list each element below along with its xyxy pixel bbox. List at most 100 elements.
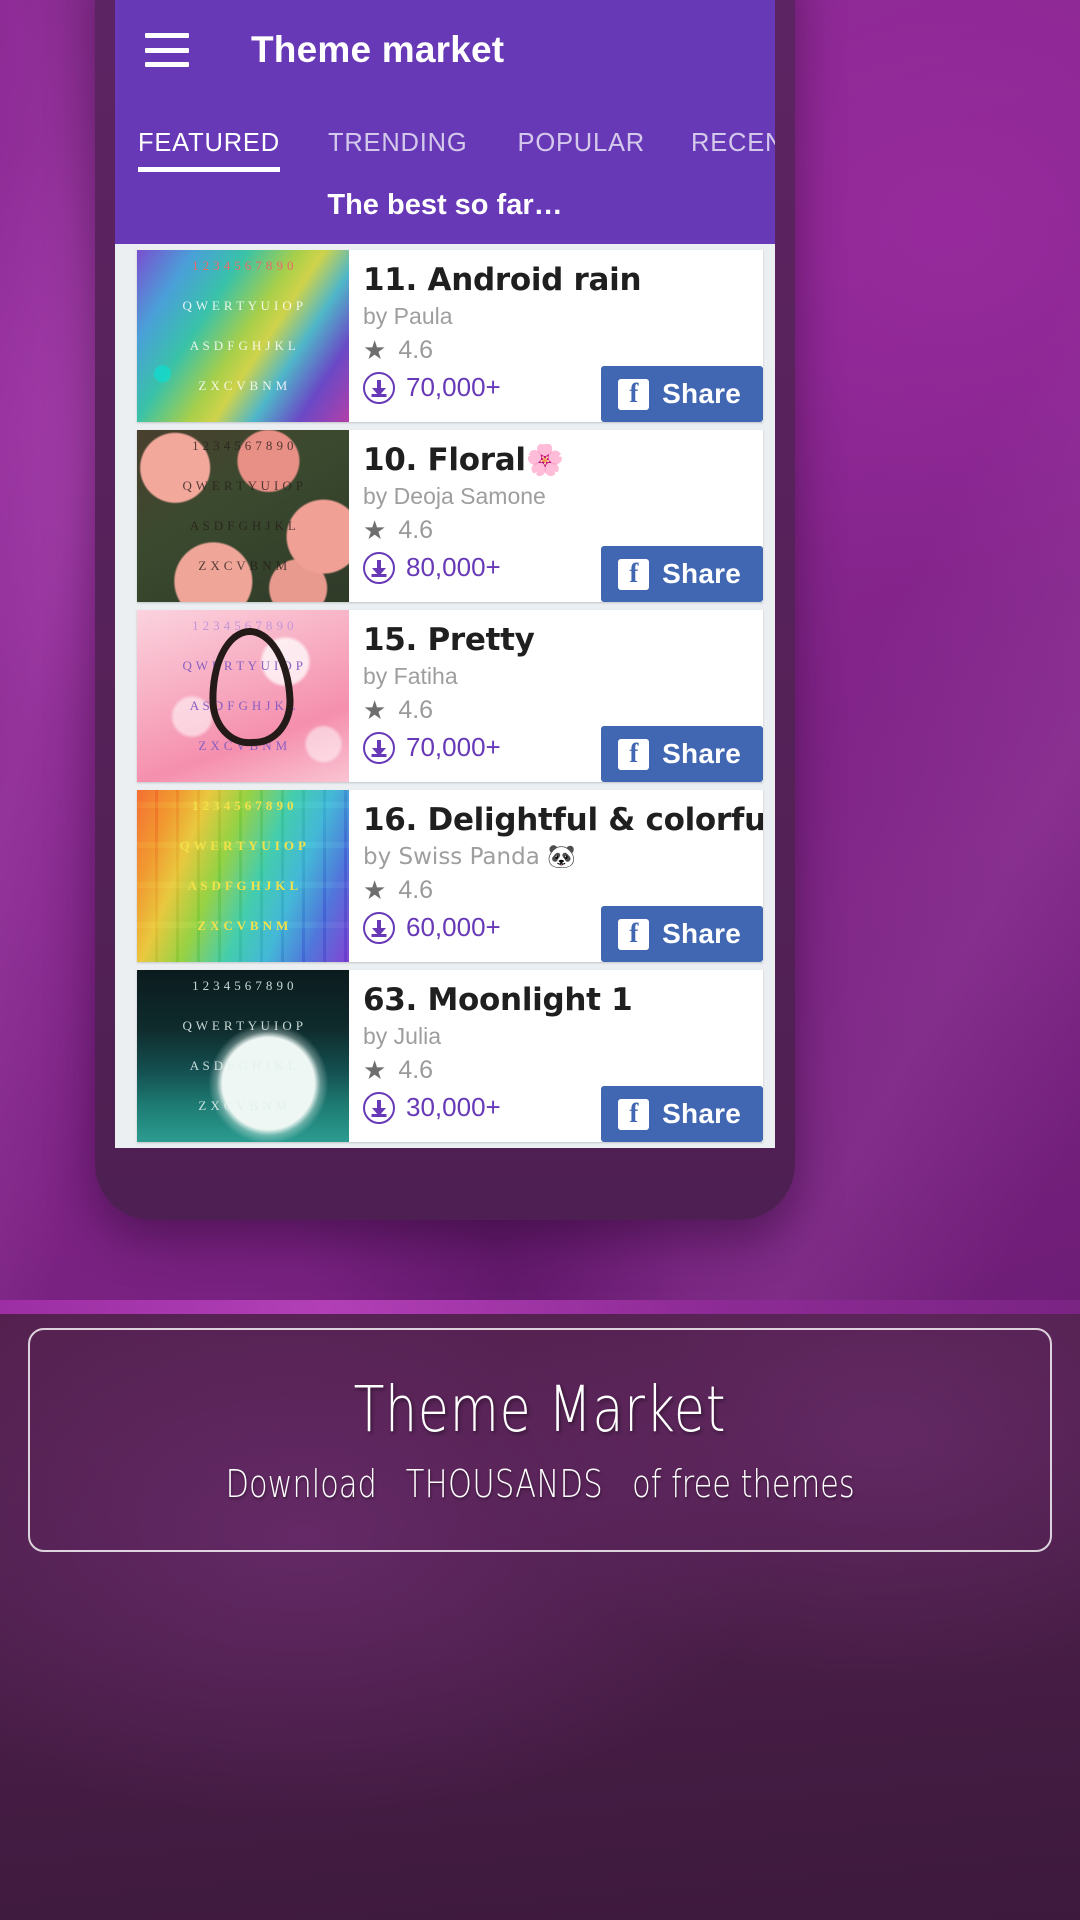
share-button-label: Share: [662, 558, 741, 589]
download-circle-icon: [363, 911, 395, 944]
theme-rating-row: ★ 4.6: [363, 516, 763, 545]
share-button[interactable]: Share: [601, 546, 763, 602]
download-circle-icon: [363, 551, 395, 584]
theme-download-count: 30,000+: [406, 1092, 501, 1123]
share-button[interactable]: Share: [601, 906, 763, 962]
thumb-row-z: Z X C V B N M: [198, 558, 288, 573]
thumb-row-q: Q W E R T Y U I O P: [182, 658, 304, 673]
thumb-row-q: Q W E R T Y U I O P: [182, 1018, 304, 1033]
screenshot-root: Theme market FEATURED TRENDING POPULAR R…: [0, 0, 1080, 1920]
hamburger-menu-icon[interactable]: [145, 33, 189, 67]
keyboard-key-overlay: [137, 790, 349, 962]
app-bar: Theme market FEATURED TRENDING POPULAR R…: [115, 0, 775, 172]
theme-thumbnail-floral[interactable]: 1 2 3 4 5 6 7 8 9 0 Q W E R T Y U I O P …: [137, 430, 349, 602]
theme-title: 16. Delightful & colorful: [363, 804, 763, 837]
theme-title: 11. Android rain: [363, 264, 642, 297]
share-button[interactable]: Share: [601, 726, 763, 782]
theme-info: 15. Pretty by Fatiha ★ 4.6 70,000+ Share: [349, 610, 763, 782]
promo-subtitle: Download THOUSANDS of free themes: [225, 1465, 854, 1503]
theme-title: 15. Pretty: [363, 624, 535, 657]
thumb-row-q: Q W E R T Y U I O P: [182, 298, 304, 313]
theme-download-count: 60,000+: [406, 912, 501, 943]
thumb-row-z: Z X C V B N M: [197, 918, 289, 933]
theme-card[interactable]: 1 2 3 4 5 6 7 8 9 0 Q W E R T Y U I O P …: [137, 970, 763, 1142]
theme-rating-row: ★ 4.6: [363, 696, 763, 725]
theme-thumbnail-delightful[interactable]: 1 2 3 4 5 6 7 8 9 0 Q W E R T Y U I O P …: [137, 790, 349, 962]
hamburger-bar-2: [145, 47, 189, 53]
tab-popular[interactable]: POPULAR: [518, 129, 645, 172]
section-subheader: The best so far…: [115, 172, 775, 244]
theme-thumbnail-pretty[interactable]: 1 2 3 4 5 6 7 8 9 0 Q W E R T Y U I O P …: [137, 610, 349, 782]
star-icon: ★: [363, 875, 387, 906]
thumb-number-row: 1 2 3 4 5 6 7 8 9 0: [192, 798, 294, 813]
star-icon: ★: [363, 515, 387, 546]
star-icon: ★: [363, 695, 387, 726]
hamburger-bar-1: [145, 33, 189, 38]
star-icon: ★: [363, 1055, 387, 1086]
theme-rating-value: 4.6: [398, 695, 434, 724]
thumb-row-z: Z X C V B N M: [198, 378, 288, 393]
download-circle-icon: [363, 731, 395, 764]
share-button-label: Share: [662, 378, 741, 409]
download-circle-icon: [363, 1091, 395, 1124]
tab-recent[interactable]: RECENT: [691, 129, 775, 172]
thumb-number-row: 1 2 3 4 5 6 7 8 9 0: [192, 438, 294, 453]
tab-featured[interactable]: FEATURED: [138, 129, 280, 172]
facebook-icon: [618, 378, 650, 410]
thumb-number-row: 1 2 3 4 5 6 7 8 9 0: [192, 978, 294, 993]
share-button-label: Share: [662, 918, 741, 949]
theme-author: by Swiss Panda 🐼: [363, 843, 576, 870]
theme-rating-row: ★ 4.6: [363, 876, 763, 905]
theme-thumbnail-android-rain[interactable]: 1 2 3 4 5 6 7 8 9 0 Q W E R T Y U I O P …: [137, 250, 349, 422]
facebook-icon: [618, 558, 650, 590]
theme-card[interactable]: 1 2 3 4 5 6 7 8 9 0 Q W E R T Y U I O P …: [137, 610, 763, 782]
phone-screen: Theme market FEATURED TRENDING POPULAR R…: [115, 0, 775, 1148]
thumb-row-z: Z X C V B N M: [198, 1098, 288, 1113]
star-icon: ★: [363, 335, 387, 366]
promo-subtitle-pre: Download: [225, 1461, 377, 1506]
thumb-row-q: Q W E R T Y U I O P: [182, 478, 304, 493]
theme-author: by Paula: [363, 302, 453, 329]
thumb-row-q: Q W E R T Y U I O P: [179, 838, 307, 853]
theme-info: 16. Delightful & colorful by Swiss Panda…: [349, 790, 763, 962]
thumb-row-a: A S D F G H J K L: [187, 878, 299, 893]
facebook-icon: [618, 738, 650, 770]
theme-rating-value: 4.6: [398, 515, 434, 544]
share-button-label: Share: [662, 738, 741, 769]
promo-title: Theme Market: [353, 1372, 727, 1446]
theme-rating-row: ★ 4.6: [363, 336, 763, 365]
thumb-row-z: Z X C V B N M: [198, 738, 288, 753]
theme-title: 10. Floral🌸: [363, 444, 564, 477]
share-button[interactable]: Share: [601, 1086, 763, 1142]
thumb-row-a: A S D F G H J K L: [189, 518, 297, 533]
theme-rating-row: ★ 4.6: [363, 1056, 763, 1085]
theme-title: 63. Moonlight 1: [363, 984, 633, 1017]
download-circle-icon: [363, 371, 395, 404]
promo-subtitle-caps: THOUSANDS: [405, 1461, 603, 1506]
tab-bar: FEATURED TRENDING POPULAR RECENT: [115, 100, 775, 172]
promo-subtitle-post: of free themes: [631, 1461, 855, 1506]
theme-download-count: 70,000+: [406, 732, 501, 763]
share-button[interactable]: Share: [601, 366, 763, 422]
tab-trending[interactable]: TRENDING: [328, 129, 468, 172]
theme-author: by Julia: [363, 1022, 441, 1049]
thumb-row-a: A S D F G H J K L: [189, 1058, 297, 1073]
theme-author: by Fatiha: [363, 662, 458, 689]
thumb-number-row: 1 2 3 4 5 6 7 8 9 0: [192, 258, 294, 273]
theme-thumbnail-moonlight[interactable]: 1 2 3 4 5 6 7 8 9 0 Q W E R T Y U I O P …: [137, 970, 349, 1142]
theme-info: 10. Floral🌸 by Deoja Samone ★ 4.6 80,000…: [349, 430, 763, 602]
theme-list[interactable]: 1 2 3 4 5 6 7 8 9 0 Q W E R T Y U I O P …: [115, 244, 775, 1148]
thumb-row-a: A S D F G H J K L: [189, 338, 297, 353]
promo-banner: Theme Market Download THOUSANDS of free …: [0, 1300, 1080, 1920]
theme-info: 63. Moonlight 1 by Julia ★ 4.6 30,000+ S…: [349, 970, 763, 1142]
theme-rating-value: 4.6: [398, 875, 434, 904]
theme-card[interactable]: 1 2 3 4 5 6 7 8 9 0 Q W E R T Y U I O P …: [137, 430, 763, 602]
theme-rating-value: 4.6: [398, 1055, 434, 1084]
theme-author: by Deoja Samone: [363, 482, 546, 509]
hamburger-bar-3: [145, 62, 189, 67]
app-bar-top-row: Theme market: [115, 0, 775, 100]
thumb-number-row: 1 2 3 4 5 6 7 8 9 0: [192, 618, 294, 633]
theme-info: 11. Android rain by Paula ★ 4.6 70,000+ …: [349, 250, 763, 422]
theme-card[interactable]: 1 2 3 4 5 6 7 8 9 0 Q W E R T Y U I O P …: [137, 250, 763, 422]
theme-card[interactable]: 1 2 3 4 5 6 7 8 9 0 Q W E R T Y U I O P …: [137, 790, 763, 962]
